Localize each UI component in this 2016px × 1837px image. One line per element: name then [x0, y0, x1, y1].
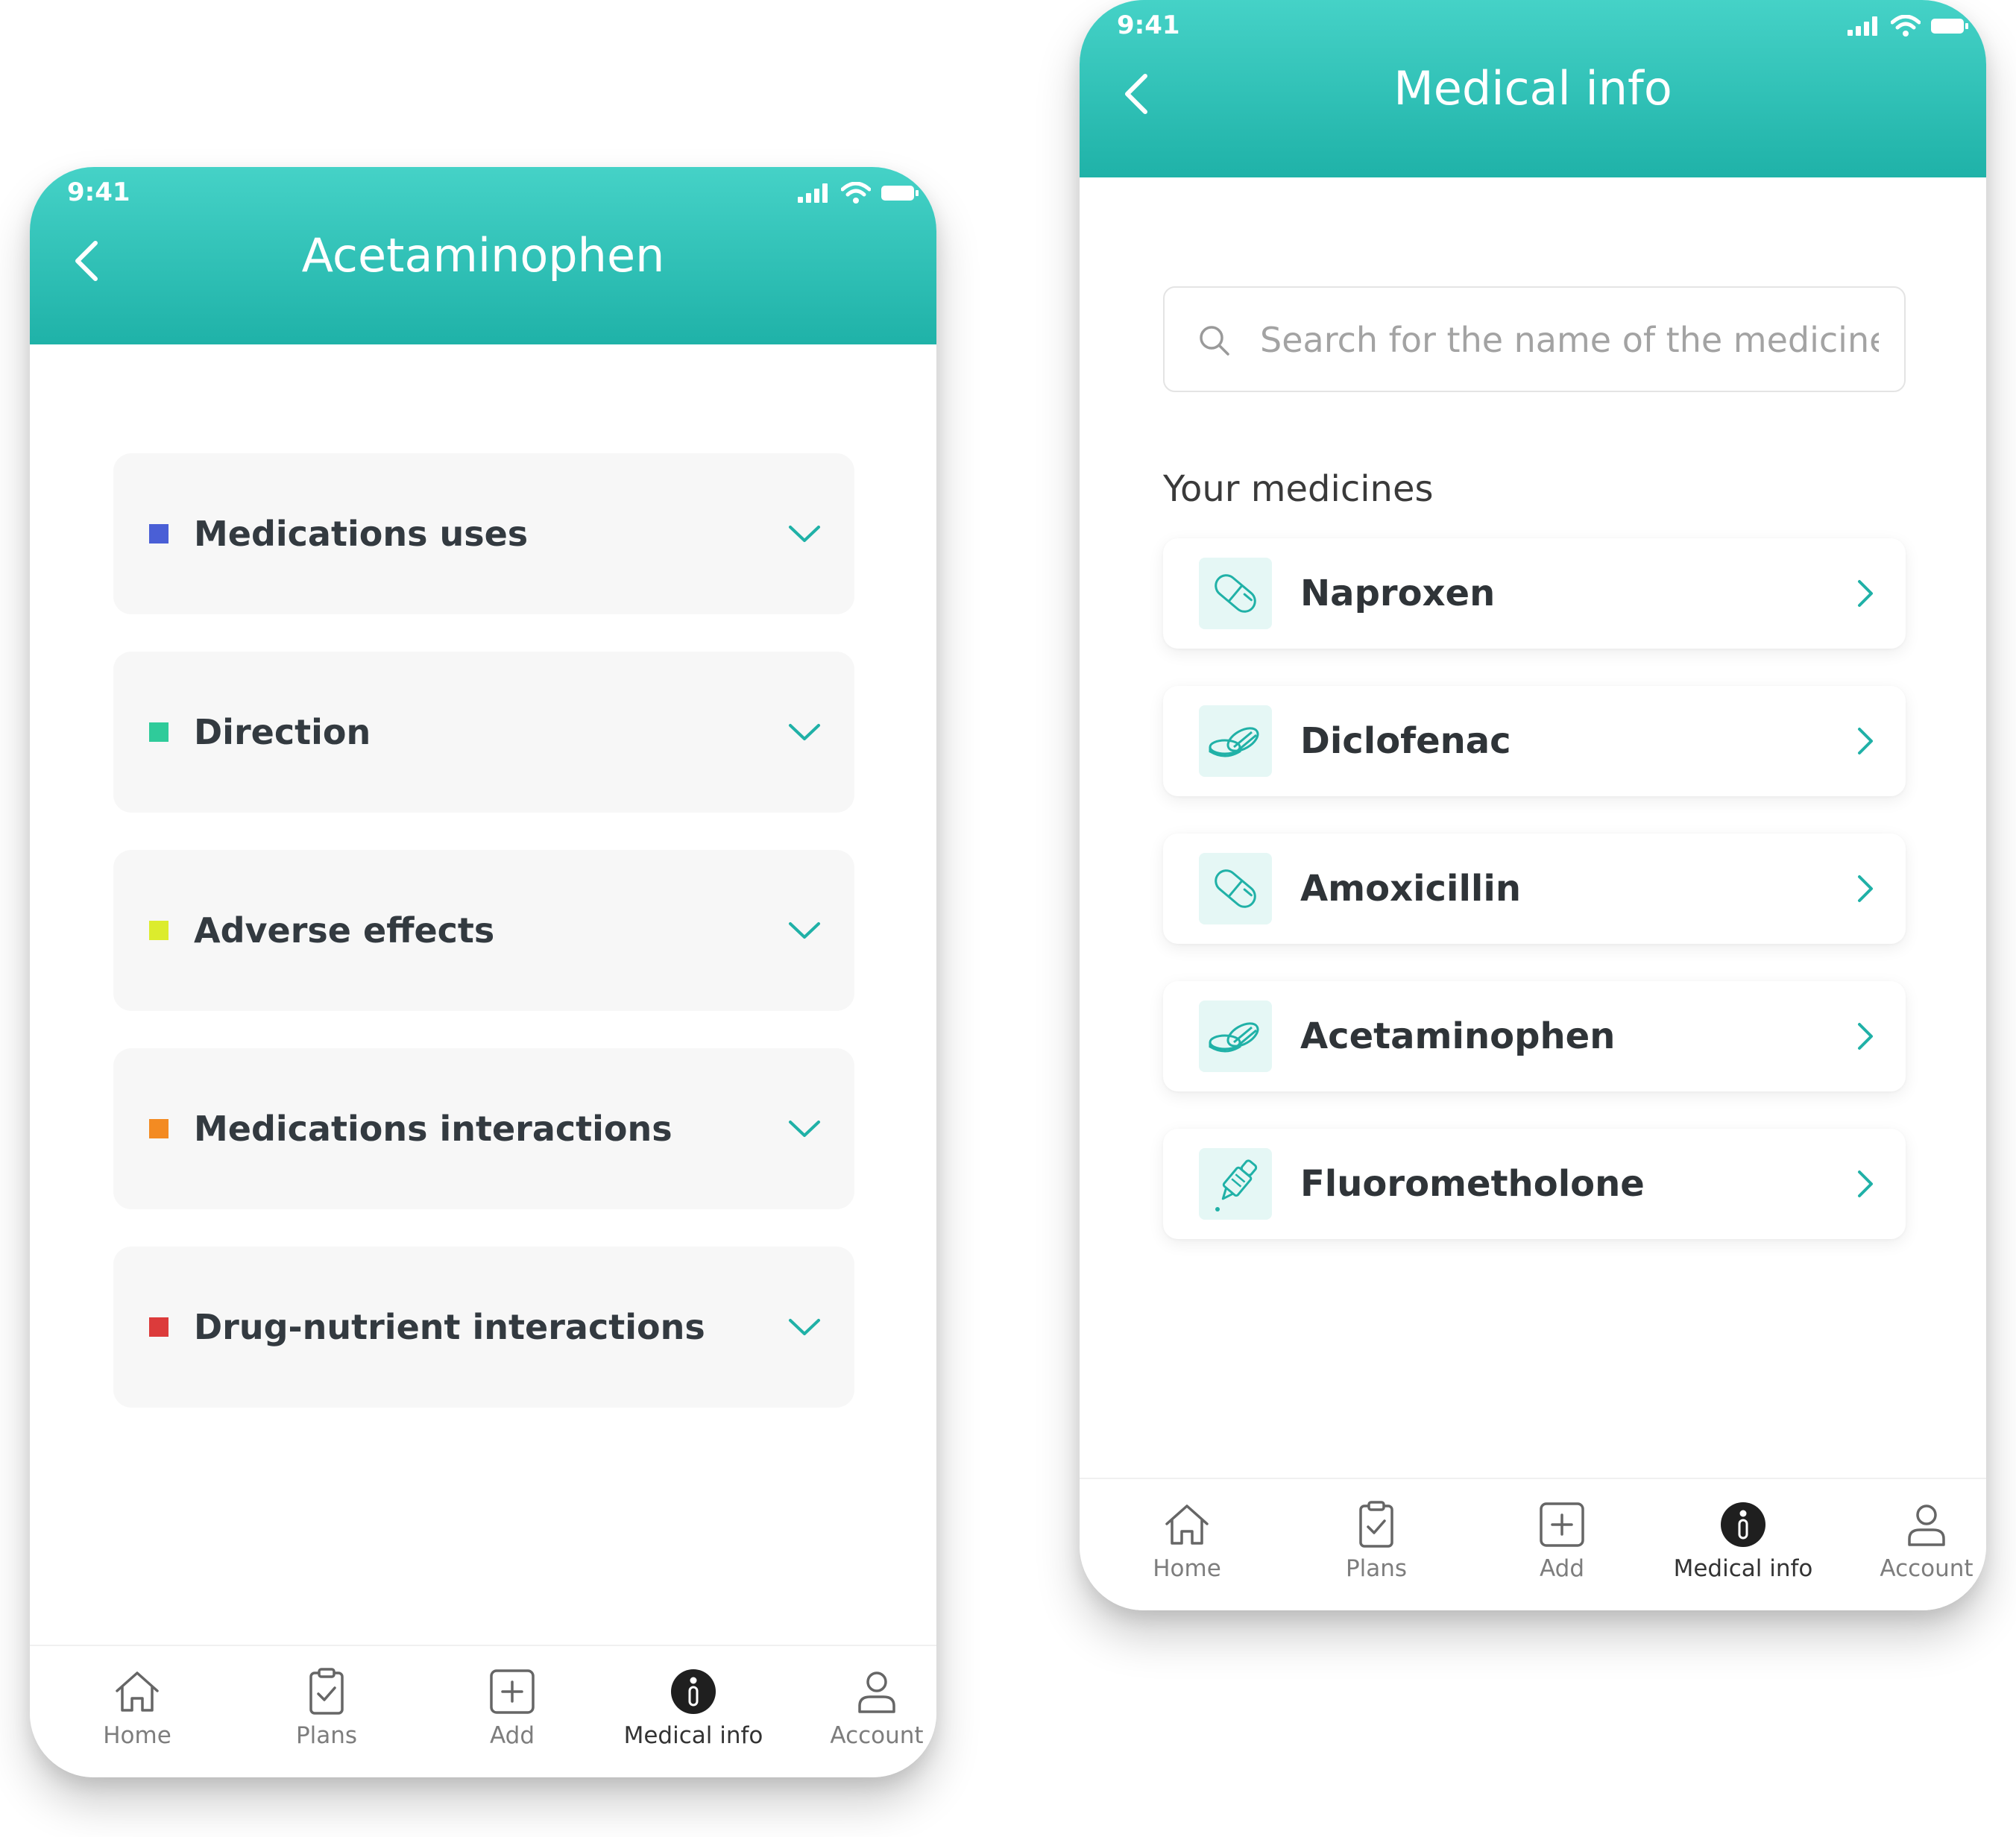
medicine-name: Fluorometholone — [1300, 1163, 1645, 1205]
accordion-label: Adverse effects — [194, 910, 495, 951]
nav-item-home[interactable]: Home — [1105, 1499, 1269, 1582]
medicine-thumbnail — [1199, 1001, 1272, 1072]
accordion-label: Direction — [194, 712, 371, 752]
add-icon — [490, 1669, 535, 1714]
medicine-thumbnail — [1199, 1148, 1272, 1220]
nav-item-add[interactable]: Add — [430, 1666, 594, 1749]
chevron-right-icon — [1858, 875, 1873, 902]
chevron-down-icon — [789, 922, 820, 939]
section-color-marker — [149, 921, 168, 940]
status-time: 9:41 — [67, 177, 130, 207]
page-title: Acetaminophen — [301, 228, 665, 283]
clipboard-icon — [309, 1668, 344, 1715]
nav-label: Home — [1153, 1555, 1221, 1582]
nav-label: Account — [1880, 1555, 1974, 1582]
accordion-label: Drug-nutrient interactions — [194, 1307, 705, 1347]
section-color-marker — [149, 1119, 168, 1138]
nav-label: Add — [1539, 1555, 1585, 1582]
info-accordion: Medications uses Direction Adverse effec… — [113, 453, 854, 1445]
bottom-nav: Home Plans Add Medical info Account — [1080, 1478, 1986, 1610]
nav-item-medical-info[interactable]: Medical info — [611, 1666, 775, 1749]
section-color-marker — [149, 524, 168, 543]
accordion-item-medications-interactions[interactable]: Medications interactions — [113, 1048, 854, 1209]
tablets-icon — [1209, 727, 1259, 757]
nav-item-account[interactable]: Account — [1845, 1499, 1986, 1582]
medicine-name: Naproxen — [1300, 573, 1496, 614]
search-input[interactable] — [1260, 309, 1879, 371]
section-color-marker — [149, 1317, 168, 1337]
section-title: Your medicines — [1163, 468, 1434, 510]
search-icon — [1200, 326, 1229, 356]
medicine-list: Naproxen Diclofenac Amoxicillin Acetamin… — [1163, 538, 1906, 1276]
medicine-item-amoxicillin[interactable]: Amoxicillin — [1163, 834, 1906, 944]
status-icons — [798, 182, 919, 204]
wifi-icon — [841, 182, 871, 204]
phone-screen-medical-info: 9:41 Medical info Your medicines — [1080, 0, 1986, 1610]
section-color-marker — [149, 722, 168, 742]
nav-label: Add — [489, 1722, 535, 1749]
info-icon — [671, 1669, 716, 1714]
medicine-name: Acetaminophen — [1300, 1015, 1616, 1057]
chevron-right-icon — [1858, 580, 1873, 607]
nav-label: Account — [830, 1722, 924, 1749]
chevron-down-icon — [789, 724, 820, 740]
nav-label: Home — [103, 1722, 171, 1749]
user-icon — [858, 1671, 895, 1713]
signal-icon — [798, 183, 828, 203]
nav-label: Medical info — [623, 1722, 763, 1749]
nav-item-plans[interactable]: Plans — [1294, 1499, 1458, 1582]
phone-screen-acetaminophen: 9:41 Acetaminophen Medications uses Dire… — [30, 167, 936, 1777]
accordion-item-direction[interactable]: Direction — [113, 652, 854, 813]
accordion-item-adverse-effects[interactable]: Adverse effects — [113, 850, 854, 1011]
wifi-icon — [1891, 15, 1921, 37]
home-icon — [116, 1671, 159, 1712]
chevron-right-icon — [1858, 1023, 1873, 1050]
tablets-icon — [1209, 1022, 1259, 1053]
clipboard-icon — [1359, 1501, 1393, 1548]
medicine-thumbnail — [1199, 705, 1272, 777]
signal-icon — [1848, 16, 1877, 36]
nav-label: Medical info — [1673, 1555, 1813, 1582]
accordion-label: Medications interactions — [194, 1109, 672, 1149]
nav-item-medical-info[interactable]: Medical info — [1661, 1499, 1825, 1582]
chevron-down-icon — [789, 1121, 820, 1137]
capsule-icon — [1215, 574, 1256, 613]
home-icon — [1165, 1504, 1209, 1545]
chevron-right-icon — [1858, 1170, 1873, 1197]
battery-icon — [881, 186, 919, 201]
page-title: Medical info — [1393, 61, 1672, 116]
nav-item-add[interactable]: Add — [1480, 1499, 1644, 1582]
info-icon — [1721, 1502, 1765, 1547]
battery-icon — [1931, 19, 1968, 34]
search-box[interactable] — [1163, 286, 1906, 392]
app-header: 9:41 Acetaminophen — [30, 167, 936, 344]
medicine-thumbnail — [1199, 558, 1272, 629]
accordion-item-drug-nutrient-interactions[interactable]: Drug-nutrient interactions — [113, 1247, 854, 1408]
nav-item-plans[interactable]: Plans — [245, 1666, 409, 1749]
medicine-item-fluorometholone[interactable]: Fluorometholone — [1163, 1129, 1906, 1239]
status-time: 9:41 — [1117, 10, 1180, 40]
medicine-item-diclofenac[interactable]: Diclofenac — [1163, 686, 1906, 796]
accordion-item-medications-uses[interactable]: Medications uses — [113, 453, 854, 614]
medicine-item-acetaminophen[interactable]: Acetaminophen — [1163, 981, 1906, 1091]
dropper-icon — [1215, 1159, 1258, 1211]
chevron-down-icon — [789, 526, 820, 542]
chevron-right-icon — [1858, 728, 1873, 754]
nav-item-home[interactable]: Home — [55, 1666, 219, 1749]
add-icon — [1540, 1502, 1584, 1547]
capsule-icon — [1215, 869, 1256, 908]
status-icons — [1848, 15, 1968, 37]
medicine-thumbnail — [1199, 853, 1272, 924]
medicine-item-naproxen[interactable]: Naproxen — [1163, 538, 1906, 649]
nav-item-account[interactable]: Account — [795, 1666, 936, 1749]
chevron-down-icon — [789, 1319, 820, 1335]
nav-label: Plans — [1345, 1555, 1408, 1582]
medicine-name: Diclofenac — [1300, 720, 1511, 762]
bottom-nav: Home Plans Add Medical info Account — [30, 1645, 936, 1777]
app-header: 9:41 Medical info — [1080, 0, 1986, 177]
user-icon — [1908, 1504, 1945, 1546]
medicine-name: Amoxicillin — [1300, 868, 1521, 910]
nav-label: Plans — [295, 1722, 358, 1749]
accordion-label: Medications uses — [194, 514, 529, 554]
